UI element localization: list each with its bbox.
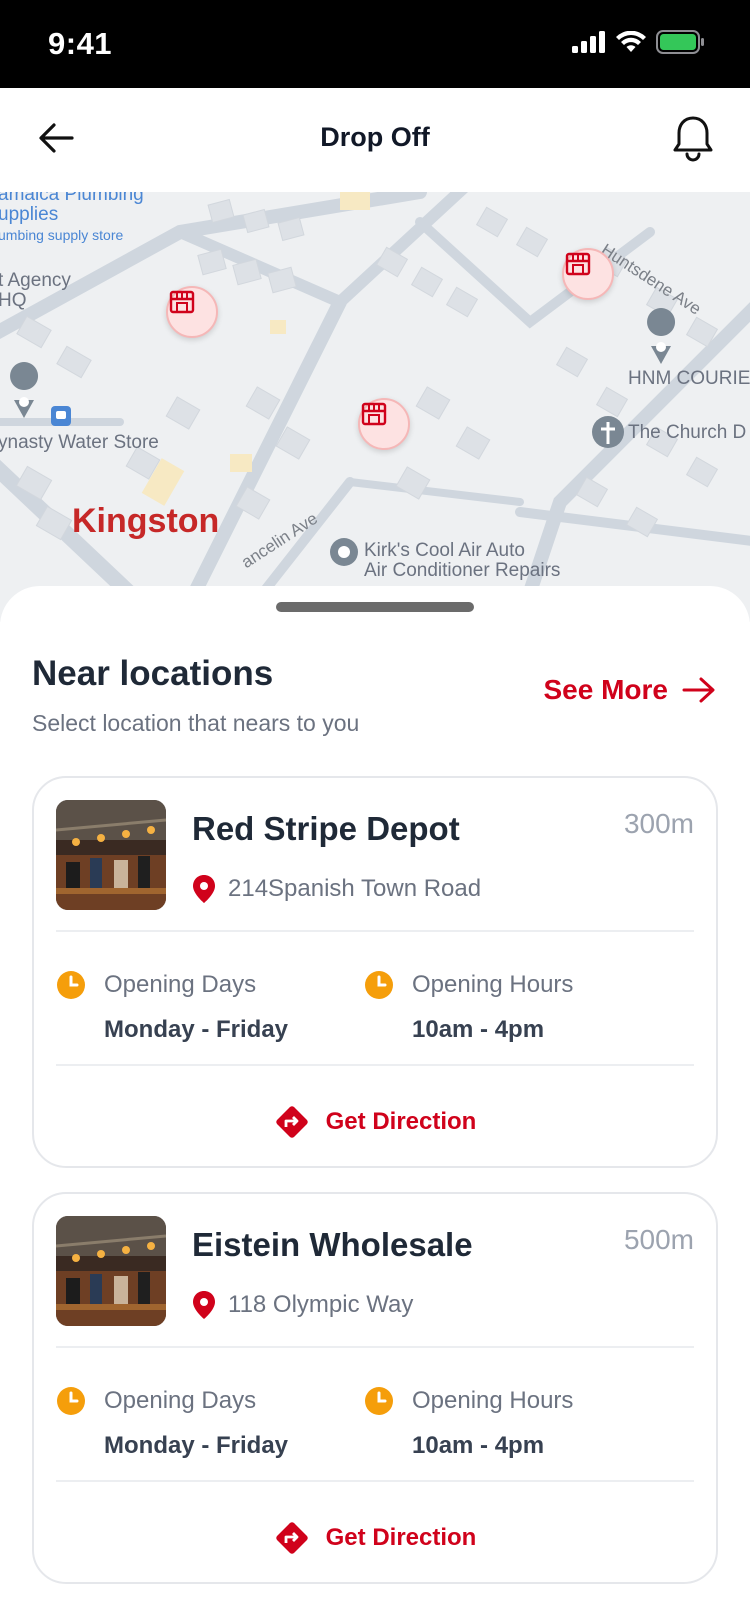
location-distance: 500m [623, 1224, 694, 1255]
direction-icon [275, 1106, 308, 1138]
clock-icon [365, 971, 393, 999]
divider [56, 930, 694, 932]
map-city-label: Kingston [72, 502, 220, 540]
clock-icon [57, 1387, 85, 1415]
opening-hours: Opening Hours 10am - 4pm [364, 970, 573, 1044]
page-title: Drop Off [320, 122, 430, 152]
store-pin[interactable] [358, 398, 410, 450]
location-card[interactable]: Eistein Wholesale 500m 118 Olympic Way O… [32, 1192, 718, 1584]
opening-hours-label: Opening Hours [412, 1387, 574, 1414]
clock-icon [57, 971, 85, 999]
poi-pin-icon [10, 362, 39, 418]
map-label: ynasty Water Store [0, 432, 159, 453]
store-pin-icon [361, 402, 387, 426]
get-direction-label: Get Direction [325, 1108, 477, 1135]
get-direction-button[interactable]: Get Direction [34, 1520, 716, 1556]
store-pin[interactable] [166, 286, 218, 338]
status-time: 9:41 [48, 26, 113, 61]
map-label: Air Conditioner Repairs [364, 560, 561, 581]
store-pin-icon [565, 252, 591, 276]
battery-icon [656, 30, 704, 54]
opening-hours: Opening Hours 10am - 4pm [364, 1386, 573, 1460]
direction-icon [275, 1522, 308, 1554]
status-icons [572, 30, 704, 54]
store-pin-icon [169, 290, 195, 314]
location-address: 214Spanish Town Road [192, 874, 481, 904]
opening-hours-value: 10am - 4pm [412, 1016, 545, 1043]
address-text: 118 Olympic Way [228, 1291, 414, 1318]
opening-hours-value: 10am - 4pm [412, 1432, 545, 1459]
notifications-button[interactable] [668, 112, 718, 164]
address-text: 214Spanish Town Road [228, 875, 482, 902]
map-label: The Church D [628, 422, 747, 443]
location-name: Red Stripe Depot [192, 810, 460, 847]
bell-icon [673, 116, 713, 162]
opening-days-label: Opening Days [104, 1387, 257, 1414]
divider [56, 1064, 694, 1066]
location-card[interactable]: Red Stripe Depot 300m 214Spanish Town Ro… [32, 776, 718, 1168]
map-label: HQ [0, 290, 27, 311]
divider [56, 1346, 694, 1348]
get-direction-label: Get Direction [325, 1524, 477, 1551]
opening-days: Opening Days Monday - Friday [56, 1386, 288, 1460]
signal-icon [572, 31, 605, 53]
see-more-label: See More [543, 674, 669, 705]
section-title: Near locations [32, 654, 274, 693]
map-label: HNM COURIE [628, 368, 750, 389]
divider [56, 1480, 694, 1482]
clock-icon [365, 1387, 393, 1415]
opening-days-value: Monday - Friday [104, 1016, 289, 1043]
opening-hours-label: Opening Hours [412, 971, 574, 998]
opening-days-label: Opening Days [104, 971, 257, 998]
location-pin-icon [193, 1291, 215, 1319]
status-bar: 9:41 [0, 0, 750, 88]
app-header: Drop Off [0, 88, 750, 192]
location-thumbnail [56, 1216, 166, 1326]
map-label: t Agency [0, 270, 71, 291]
location-name: Eistein Wholesale [192, 1226, 473, 1263]
see-more-link[interactable]: See More [544, 674, 717, 706]
location-thumbnail [56, 800, 166, 910]
location-distance: 300m [623, 808, 694, 839]
store-pin[interactable] [562, 248, 614, 300]
map-label: umbing supply store [0, 227, 124, 243]
opening-days: Opening Days Monday - Friday [56, 970, 288, 1044]
get-direction-button[interactable]: Get Direction [34, 1104, 716, 1140]
section-subtitle: Select location that nears to you [32, 710, 360, 736]
map-label: upplies [0, 204, 59, 225]
location-pin-icon [193, 875, 215, 903]
sheet-drag-handle[interactable] [276, 602, 474, 612]
map-view[interactable]: amaica Plumbing upplies umbing supply st… [0, 192, 750, 622]
locations-sheet: Near locations Select location that near… [0, 586, 750, 1624]
location-address: 118 Olympic Way [192, 1290, 413, 1320]
wifi-icon [616, 31, 646, 52]
arrow-right-icon [682, 677, 715, 703]
opening-days-value: Monday - Friday [104, 1432, 289, 1459]
map-label: Kirk's Cool Air Auto [364, 540, 525, 561]
